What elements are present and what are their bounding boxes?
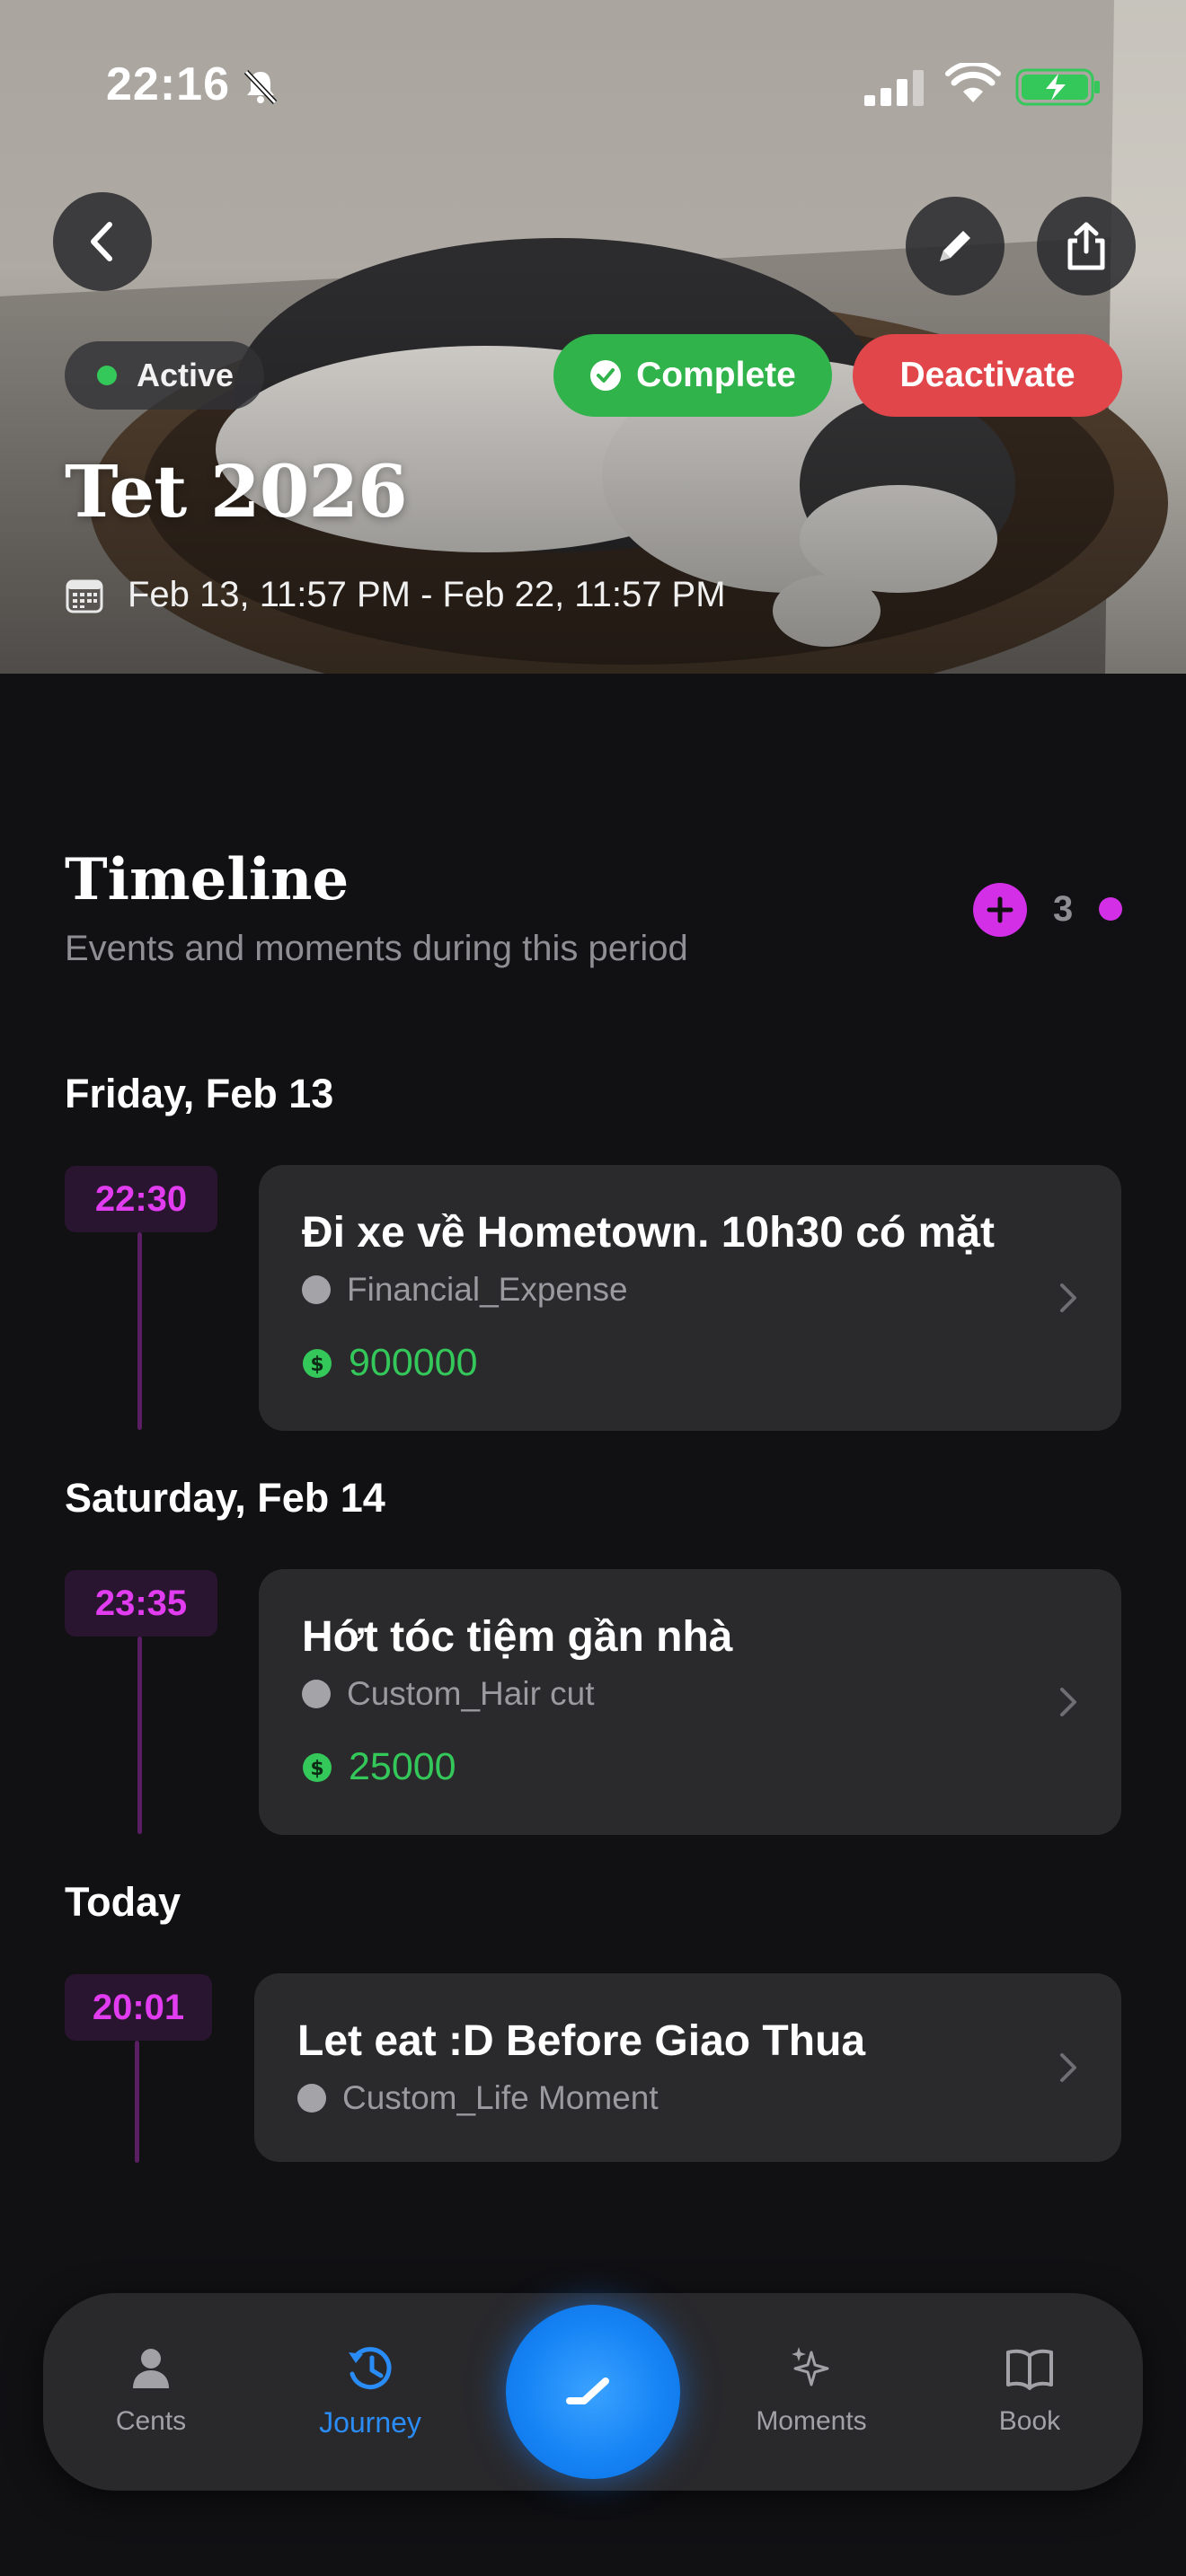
event-card[interactable]: Hớt tóc tiệm gần nhà Custom_Hair cut $ 2… xyxy=(259,1569,1121,1835)
category-dot xyxy=(302,1275,331,1304)
date-range-text: Feb 13, 11:57 PM - Feb 22, 11:57 PM xyxy=(128,575,726,614)
wifi-icon xyxy=(945,63,1001,102)
chevron-right-icon xyxy=(1060,1284,1076,1312)
quick-action-icon xyxy=(566,2378,609,2404)
active-status-dot xyxy=(97,366,117,385)
section-title: Timeline xyxy=(65,846,350,913)
dollar-icon: $ xyxy=(303,1348,332,1378)
person-icon xyxy=(133,2349,169,2388)
event-count: 3 xyxy=(1053,889,1074,929)
book-icon xyxy=(1006,2349,1053,2390)
share-icon xyxy=(1067,222,1105,270)
event-time-badge: 23:35 xyxy=(65,1570,217,1636)
tab-label: Cents xyxy=(115,2406,187,2436)
day-header: Saturday, Feb 14 xyxy=(65,1475,385,1521)
status-badge-label: Active xyxy=(137,357,235,393)
event-amount: $ 25000 xyxy=(302,1745,456,1789)
deactivate-button-label: Deactivate xyxy=(899,356,1075,394)
event-category: Custom_Hair cut xyxy=(302,1675,595,1713)
event-time-badge: 22:30 xyxy=(65,1166,217,1232)
tab-cents[interactable]: Cents xyxy=(61,2293,241,2491)
event-title: Đi xe về Hometown. 10h30 có mặt xyxy=(302,1209,995,1257)
svg-text:$: $ xyxy=(310,1354,323,1376)
chevron-right-icon xyxy=(1060,1688,1076,1716)
category-dot xyxy=(297,2084,326,2113)
tab-journey[interactable]: Journey xyxy=(280,2293,460,2491)
edit-button[interactable] xyxy=(906,197,1005,296)
event-title: Let eat :D Before Giao Thua xyxy=(297,2017,866,2065)
date-range: Feb 13, 11:57 PM - Feb 22, 11:57 PM xyxy=(65,575,726,615)
chevron-left-icon xyxy=(91,222,112,261)
tab-label: Book xyxy=(998,2406,1061,2436)
event-category: Financial_Expense xyxy=(302,1271,628,1309)
tab-label: Journey xyxy=(319,2406,421,2439)
timeline-connector xyxy=(137,1232,142,1430)
svg-text:$: $ xyxy=(310,1758,323,1780)
sparkles-icon xyxy=(792,2347,829,2386)
day-header: Friday, Feb 13 xyxy=(65,1071,334,1116)
plus-icon xyxy=(987,896,1013,923)
battery-charging-icon xyxy=(1015,68,1100,106)
pencil-icon xyxy=(940,231,970,261)
event-title: Hớt tóc tiệm gần nhà xyxy=(302,1613,733,1661)
add-event-button[interactable] xyxy=(973,883,1027,937)
cellular-signal-icon xyxy=(864,70,924,106)
share-button[interactable] xyxy=(1037,197,1136,296)
event-card[interactable]: Đi xe về Hometown. 10h30 có mặt Financia… xyxy=(259,1165,1121,1431)
event-category-label: Custom_Life Moment xyxy=(342,2079,659,2116)
dollar-icon: $ xyxy=(303,1752,332,1782)
event-amount-value: 25000 xyxy=(349,1745,456,1788)
status-badge: Active xyxy=(65,341,264,410)
page-title: Tet 2026 xyxy=(65,449,408,534)
silent-bell-icon xyxy=(243,69,278,105)
check-circle-icon xyxy=(590,360,622,391)
tab-label: Moments xyxy=(756,2406,867,2436)
deactivate-button[interactable]: Deactivate xyxy=(853,334,1122,417)
quick-add-button[interactable] xyxy=(506,2305,680,2479)
calendar-icon xyxy=(66,579,103,613)
day-header: Today xyxy=(65,1879,181,1925)
status-time: 22:16 xyxy=(106,58,230,110)
timeline-connector xyxy=(135,2041,139,2163)
back-button[interactable] xyxy=(53,192,152,291)
history-icon xyxy=(349,2347,392,2390)
event-card[interactable]: Let eat :D Before Giao Thua Custom_Life … xyxy=(254,1973,1121,2162)
event-amount: $ 900000 xyxy=(302,1341,478,1385)
category-dot xyxy=(302,1680,331,1708)
timeline-connector xyxy=(137,1636,142,1834)
event-time-badge: 20:01 xyxy=(65,1974,212,2041)
complete-button-label: Complete xyxy=(636,356,796,394)
event-amount-value: 900000 xyxy=(349,1341,478,1384)
event-category-label: Custom_Hair cut xyxy=(347,1675,595,1712)
section-subtitle: Events and moments during this period xyxy=(65,929,688,968)
event-category-label: Financial_Expense xyxy=(347,1271,628,1308)
tab-book[interactable]: Book xyxy=(940,2293,1120,2491)
tab-moments[interactable]: Moments xyxy=(721,2293,901,2491)
complete-button[interactable]: Complete xyxy=(553,334,832,417)
count-indicator-dot xyxy=(1099,897,1122,921)
chevron-right-icon xyxy=(1060,2053,1076,2082)
event-category: Custom_Life Moment xyxy=(297,2079,659,2117)
